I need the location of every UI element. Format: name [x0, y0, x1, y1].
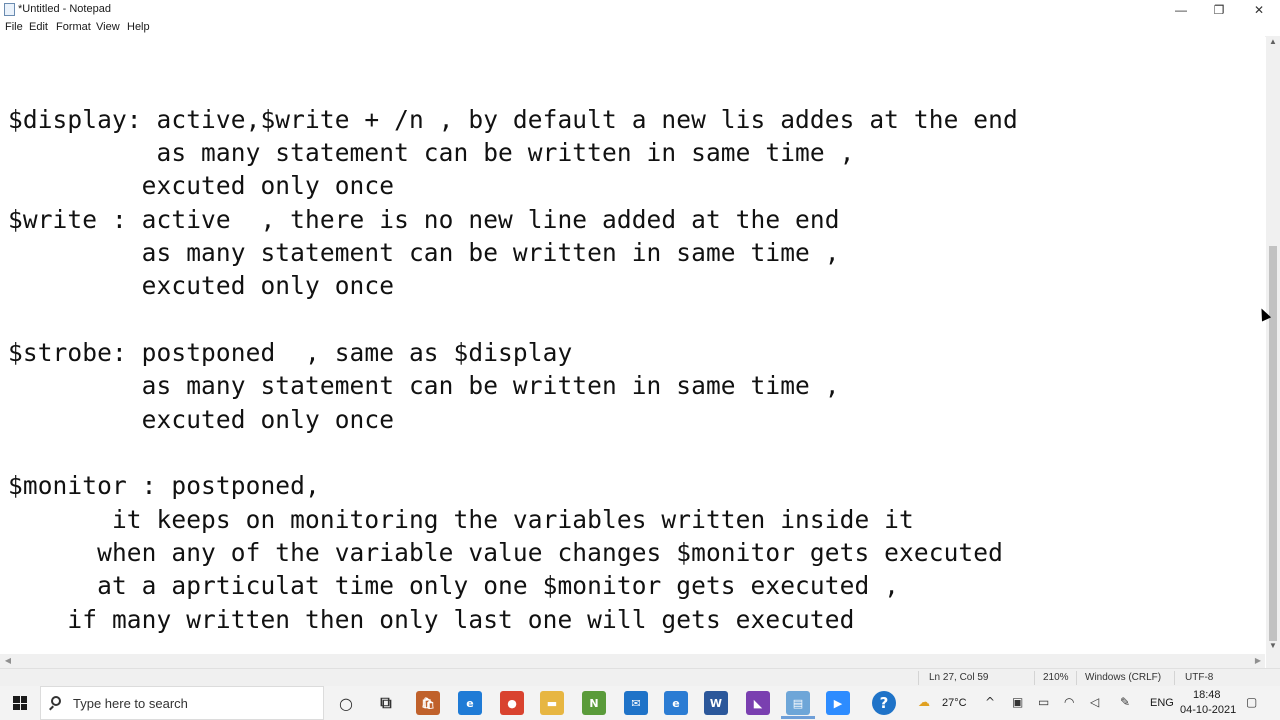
help-icon[interactable]: ?	[872, 691, 896, 715]
start-button[interactable]	[0, 686, 40, 720]
windows-logo-icon	[13, 696, 27, 710]
edge-icon[interactable]: e	[458, 691, 482, 715]
chevron-up-icon[interactable]: ^	[985, 695, 995, 709]
weather-icon[interactable]: ☁	[918, 695, 930, 709]
minimize-button[interactable]: —	[1162, 0, 1200, 20]
wifi-icon[interactable]: ◠	[1064, 695, 1074, 709]
status-divider	[1174, 671, 1175, 685]
task-view-icon[interactable]: ⧉	[374, 691, 398, 715]
notepad-icon[interactable]: ▤	[786, 691, 810, 715]
active-app-indicator	[781, 716, 815, 719]
menu-bar: File Edit Format View Help	[0, 20, 1280, 37]
zoom-icon[interactable]: ▶	[826, 691, 850, 715]
clock-time[interactable]: 18:48	[1193, 689, 1221, 701]
menu-edit[interactable]: Edit	[29, 21, 48, 33]
encoding: UTF-8	[1185, 672, 1214, 683]
pen-icon[interactable]: ✎	[1120, 695, 1130, 709]
text-editor[interactable]: $display: active,$write + /n , by defaul…	[0, 36, 1265, 654]
scrollbar-corner	[1266, 654, 1280, 668]
notepad-app-icon	[4, 3, 15, 16]
scroll-right-icon[interactable]: ▶	[1252, 654, 1264, 668]
internet-explorer-icon[interactable]: e	[664, 691, 688, 715]
horizontal-scrollbar[interactable]: ◀ ▶	[0, 654, 1265, 668]
title-bar: *Untitled - Notepad — ❐ ✕	[0, 0, 1280, 20]
menu-format[interactable]: Format	[56, 21, 91, 33]
editor-line: excuted only once	[8, 271, 395, 300]
menu-file[interactable]: File	[5, 21, 23, 33]
status-divider	[1076, 671, 1077, 685]
editor-line: as many statement can be written in same…	[8, 371, 840, 400]
zoom-level: 210%	[1043, 672, 1069, 683]
chrome-icon[interactable]: ●	[500, 691, 524, 715]
weather-temperature[interactable]: 27°C	[942, 697, 967, 709]
search-icon	[51, 696, 61, 706]
editor-line: excuted only once	[8, 171, 395, 200]
editor-line: as many statement can be written in same…	[8, 238, 840, 267]
word-icon[interactable]: W	[704, 691, 728, 715]
editor-line: it keeps on monitoring the variables wri…	[8, 505, 914, 534]
editor-line: at a aprticulat time only one $monitor g…	[8, 571, 900, 600]
scroll-down-icon[interactable]: ▼	[1266, 640, 1280, 652]
taskbar-search[interactable]: Type here to search	[40, 686, 324, 720]
editor-line: when any of the variable value changes $…	[8, 538, 1003, 567]
status-bar: Ln 27, Col 59 210% Windows (CRLF) UTF-8	[0, 668, 1280, 687]
window-title: *Untitled - Notepad	[18, 3, 111, 15]
volume-icon[interactable]: ◁	[1090, 695, 1099, 709]
cortana-icon[interactable]: ○	[334, 691, 358, 715]
search-placeholder: Type here to search	[73, 696, 188, 711]
vertical-scrollbar[interactable]: ▲ ▼	[1266, 36, 1280, 654]
editor-line: excuted only once	[8, 405, 395, 434]
status-divider	[918, 671, 919, 685]
battery-icon[interactable]: ▭	[1038, 695, 1049, 709]
vertical-scroll-thumb[interactable]	[1269, 246, 1277, 641]
notifications-icon[interactable]: ▢	[1246, 695, 1257, 709]
visual-studio-icon[interactable]: ◣	[746, 691, 770, 715]
meet-now-icon[interactable]: ▣	[1012, 695, 1023, 709]
editor-line: as many statement can be written in same…	[8, 138, 855, 167]
clock-date[interactable]: 04-10-2021	[1180, 704, 1236, 716]
store-icon[interactable]: 🛍	[416, 691, 440, 715]
file-explorer-icon[interactable]: ▬	[540, 691, 564, 715]
editor-line: $strobe: postponed , same as $display	[8, 338, 573, 367]
scroll-left-icon[interactable]: ◀	[2, 654, 14, 668]
scroll-up-icon[interactable]: ▲	[1266, 36, 1280, 48]
mail-icon[interactable]: ✉	[624, 691, 648, 715]
language-indicator[interactable]: ENG	[1150, 697, 1174, 709]
menu-help[interactable]: Help	[127, 21, 150, 33]
maximize-button[interactable]: ❐	[1200, 0, 1238, 20]
notepad-plus-icon[interactable]: N	[582, 691, 606, 715]
close-button[interactable]: ✕	[1240, 0, 1278, 20]
editor-line: if many written then only last one will …	[8, 605, 855, 634]
editor-line: $display: active,$write + /n , by defaul…	[8, 105, 1018, 134]
status-divider	[1034, 671, 1035, 685]
taskbar: Type here to search ○ ⧉ 🛍 e ● ▬ N ✉ e W ◣ ▤ ▶? ☁ 27°…	[0, 686, 1280, 720]
cursor-position: Ln 27, Col 59	[929, 672, 989, 683]
editor-line: $write : active , there is no new line a…	[8, 205, 840, 234]
menu-view[interactable]: View	[96, 21, 120, 33]
editor-line: $monitor : postponed,	[8, 471, 320, 500]
line-ending: Windows (CRLF)	[1085, 672, 1162, 683]
